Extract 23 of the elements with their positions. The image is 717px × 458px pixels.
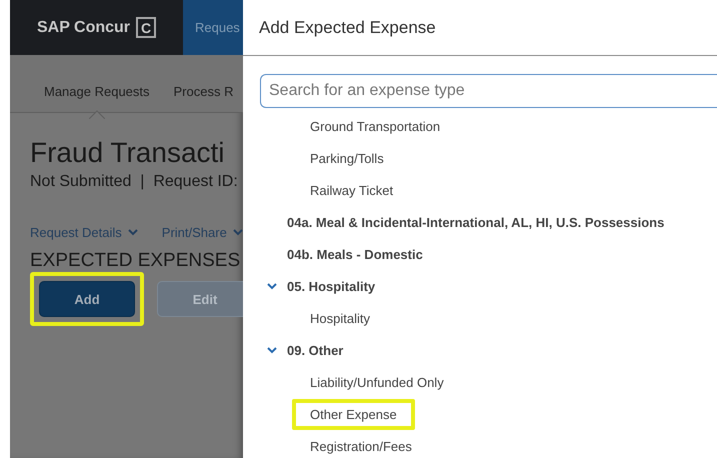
status-line: Not Submitted | Request ID: <box>30 173 239 191</box>
expense-type[interactable]: Other Expense <box>292 398 415 430</box>
logo-mark: C <box>136 17 156 38</box>
logo: SAP Concur <box>36 18 130 36</box>
expense-type[interactable]: Liability/Unfunded Only <box>292 366 462 398</box>
request-title: Fraud Transacti <box>30 136 226 170</box>
search-field[interactable]: Search for an expense type <box>260 74 717 108</box>
expense-type[interactable]: Parking/Tolls <box>292 142 402 174</box>
action-button[interactable]: Add <box>39 281 135 317</box>
expense-type[interactable]: Hospitality <box>292 302 388 334</box>
chevron-down-icon[interactable] <box>267 346 277 354</box>
dialog-title: Add Expected Expense <box>243 0 717 56</box>
expense-type[interactable]: Railway Ticket <box>292 174 412 206</box>
expense-category[interactable]: 04b. Meals - Domestic <box>287 246 423 262</box>
section-heading: EXPECTED EXPENSES <box>30 250 242 272</box>
expense-type[interactable]: Ground Transportation <box>292 110 458 142</box>
expense-category[interactable]: 04a. Meal & Incidental-International, AL, HI, U.S. Possessions <box>287 214 664 230</box>
chevron-down-icon <box>128 229 138 236</box>
expense-type[interactable]: Registration/Fees <box>292 430 430 458</box>
chevron-down-icon <box>232 229 243 236</box>
chevron-down-icon[interactable] <box>267 282 277 290</box>
expense-category[interactable]: 09. Other <box>287 342 344 358</box>
expense-category[interactable]: 05. Hospitality <box>287 278 376 294</box>
